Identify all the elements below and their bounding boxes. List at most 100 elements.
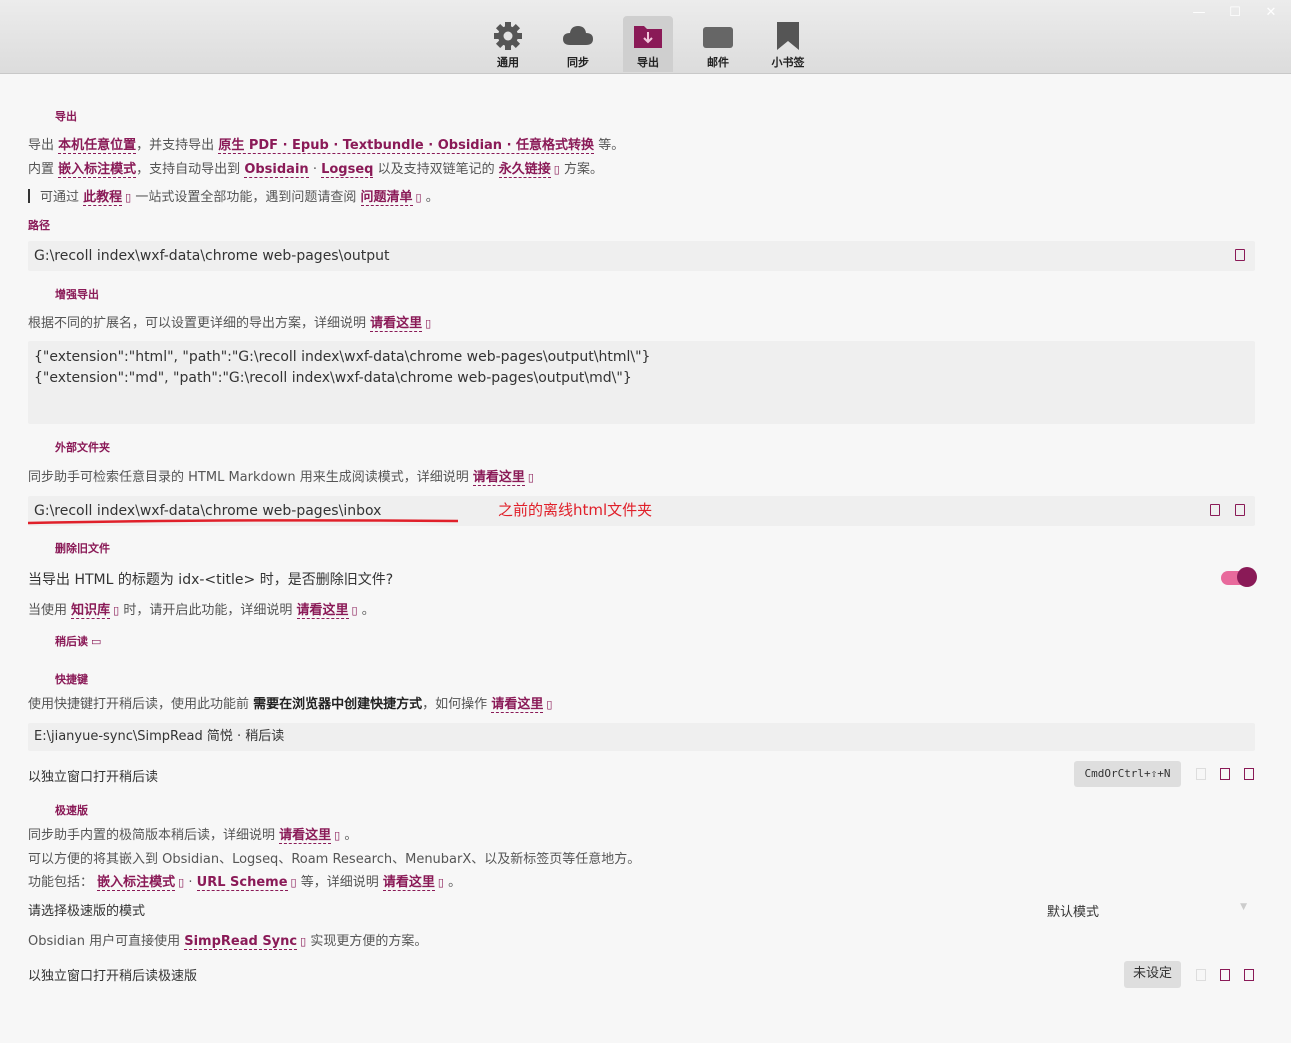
text: 导出 <box>28 138 55 153</box>
chevron-down-icon: ▼ <box>1240 902 1247 912</box>
text: 稍后读 <box>55 635 88 648</box>
link-simpread-sync[interactable]: SimpRead Sync <box>184 934 298 950</box>
lite-mode-select[interactable]: 默认模式 ▼ <box>1042 896 1255 922</box>
handwritten-annotation: 之前的离线html文件夹 <box>498 501 653 519</box>
text: 内置 <box>28 162 55 177</box>
tab-label: 同步 <box>567 56 589 69</box>
lite-desc-line3: 功能包括： 嵌入标注模式 ▯ · URL Scheme ▯ 等，详细说明 请看这里 ▯… <box>28 871 462 891</box>
delete-icon[interactable] <box>1244 768 1254 780</box>
external-link-icon: ▯ <box>546 698 553 711</box>
toggle-knob <box>1237 567 1257 587</box>
link-tutorial[interactable]: 此教程 <box>83 190 123 206</box>
delete-old-toggle[interactable] <box>1221 567 1257 587</box>
link-permalink[interactable]: 永久链接 <box>498 162 551 178</box>
external-link-icon: ▯ <box>437 876 444 889</box>
link-obsidain[interactable]: Obsidain <box>244 162 309 178</box>
text: 以及支持双链笔记的 <box>377 162 495 177</box>
path-label: 路径 <box>28 219 50 232</box>
delete-old-question: 当导出 HTML 的标题为 idx-<title> 时，是否删除旧文件? <box>28 572 394 588</box>
close-button[interactable]: ✕ <box>1261 4 1281 22</box>
external-link-icon: ▯ <box>553 163 560 176</box>
section-title-read-later: 稍后读 ▭ <box>55 633 101 649</box>
lite-mode-value: 默认模式 <box>1047 905 1100 920</box>
open-read-later-label: 以独立窗口打开稍后读 <box>28 770 159 785</box>
external-link-icon[interactable]: ▭ <box>91 635 101 648</box>
link-faq[interactable]: 问题清单 <box>360 190 413 206</box>
enhanced-export-textarea[interactable]: {"extension":"html", "path":"G:\recoll i… <box>28 341 1255 424</box>
edit-icon[interactable] <box>1220 969 1230 981</box>
lite-mode-label: 请选择极速版的模式 <box>28 904 146 919</box>
link-embed-annotation[interactable]: 嵌入标注模式 <box>97 875 176 891</box>
text: 根据不同的扩展名，可以设置更详细的导出方案，详细说明 <box>28 316 367 331</box>
text: 一站式设置全部功能，遇到问题请查阅 <box>135 190 357 205</box>
folder-open-icon[interactable] <box>1235 504 1245 516</box>
link-see-here[interactable]: 请看这里 <box>382 875 435 891</box>
edit-icon[interactable] <box>1220 768 1230 780</box>
link-url-scheme[interactable]: URL Scheme <box>196 875 288 891</box>
text: 当使用 <box>28 603 68 618</box>
section-title-lite: 极速版 <box>55 804 88 817</box>
section-title-export: 导出 <box>55 110 77 123</box>
window-controls: — ☐ ✕ <box>1189 4 1281 22</box>
external-link-icon: ▯ <box>415 191 422 204</box>
link-see-here[interactable]: 请看这里 <box>472 470 525 486</box>
section-title-delete-old: 删除旧文件 <box>55 542 110 555</box>
text: 。 <box>425 190 439 205</box>
link-see-here[interactable]: 请看这里 <box>279 828 332 844</box>
minimize-button[interactable]: — <box>1189 4 1209 22</box>
disabled-icon <box>1196 969 1206 981</box>
link-local-location[interactable]: 本机任意位置 <box>58 138 137 154</box>
delete-old-desc: 当使用 知识库 ▯ 时，请开启此功能，详细说明 请看这里 ▯ 。 <box>28 599 375 619</box>
shortcut-key-button[interactable]: CmdOrCtrl+⇧+N <box>1074 761 1181 787</box>
text-strong: 需要在浏览器中创建快捷方式 <box>253 697 423 712</box>
shortcut-path-input[interactable]: E:\jianyue-sync\SimpRead 简悦 · 稍后读 <box>28 723 1255 751</box>
text: Obsidian 用户可直接使用 <box>28 934 181 949</box>
delete-icon[interactable] <box>1244 969 1254 981</box>
tab-general[interactable]: 通用 <box>483 16 533 72</box>
text: 。 <box>344 828 358 843</box>
tab-sync[interactable]: 同步 <box>553 16 603 72</box>
path-input[interactable]: G:\recoll index\wxf-data\chrome web-page… <box>28 241 1255 271</box>
link-export-formats[interactable]: 原生 PDF · Epub · Textbundle · Obsidian · … <box>218 138 595 154</box>
red-underline-annotation <box>28 519 459 525</box>
link-knowledge-base[interactable]: 知识库 <box>71 603 111 619</box>
maximize-button[interactable]: ☐ <box>1225 4 1245 22</box>
cloud-icon <box>563 26 593 45</box>
gear-icon <box>494 22 522 50</box>
tab-mail[interactable]: 邮件 <box>693 16 743 72</box>
tab-label: 邮件 <box>707 56 729 69</box>
external-link-icon: ▯ <box>290 876 297 889</box>
link-see-here[interactable]: 请看这里 <box>296 603 349 619</box>
external-link-icon: ▯ <box>178 876 185 889</box>
text: · <box>188 875 193 890</box>
folder-open-icon[interactable] <box>1235 249 1245 261</box>
settings-tabs: 通用 同步 导出 邮件 小书签 <box>483 16 833 72</box>
export-desc-line2: 内置 嵌入标注模式，支持自动导出到 Obsidain · Logseq 以及支持… <box>28 158 603 178</box>
clear-icon[interactable] <box>1210 504 1220 516</box>
tab-bookmarklet[interactable]: 小书签 <box>763 16 813 72</box>
tab-export[interactable]: 导出 <box>623 16 673 72</box>
link-see-here[interactable]: 请看这里 <box>370 316 423 332</box>
shortcut-path-value: E:\jianyue-sync\SimpRead 简悦 · 稍后读 <box>34 729 285 744</box>
external-folder-desc: 同步助手可检索任意目录的 HTML Markdown 用来生成阅读模式，详细说明… <box>28 466 534 486</box>
textarea-line: {"extension":"html", "path":"G:\recoll i… <box>34 349 651 365</box>
external-link-icon: ▯ <box>527 471 534 484</box>
shortcut-desc: 使用快捷键打开稍后读，使用此功能前 需要在浏览器中创建快捷方式，如何操作 请看这… <box>28 693 553 713</box>
text: ，并支持导出 <box>136 138 215 153</box>
path-value: G:\recoll index\wxf-data\chrome web-page… <box>34 248 390 264</box>
external-link-icon: ▯ <box>113 604 120 617</box>
text: 等。 <box>598 138 625 153</box>
mail-icon <box>703 27 733 48</box>
folder-download-icon <box>634 26 662 48</box>
quote-bar <box>28 189 30 203</box>
text: 同步助手可检索任意目录的 HTML Markdown 用来生成阅读模式，详细说明 <box>28 470 469 485</box>
external-link-icon: ▯ <box>351 604 358 617</box>
text: ，如何操作 <box>422 697 488 712</box>
section-title-enhanced-export: 增强导出 <box>55 288 99 301</box>
lite-shortcut-key-button[interactable]: 未设定 <box>1124 961 1181 988</box>
link-see-here[interactable]: 请看这里 <box>491 697 544 713</box>
link-logseq[interactable]: Logseq <box>321 162 374 178</box>
text: 时，请开启此功能，详细说明 <box>123 603 293 618</box>
link-embed-annotation[interactable]: 嵌入标注模式 <box>58 162 137 178</box>
text: 。 <box>448 875 462 890</box>
